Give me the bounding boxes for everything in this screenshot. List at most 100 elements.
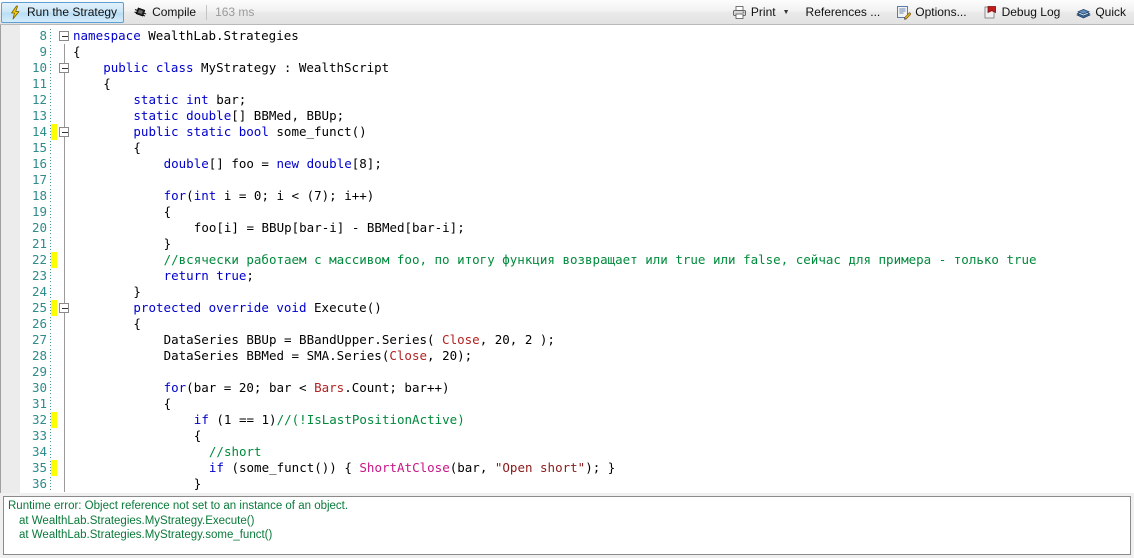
code-line[interactable]: 33 { [1, 428, 1133, 444]
error-line: at WealthLab.Strategies.MyStrategy.some_… [19, 529, 273, 541]
gutter-divider [50, 61, 51, 75]
code-line[interactable]: 15 { [1, 140, 1133, 156]
run-strategy-button[interactable]: Run the Strategy [1, 1, 125, 23]
chevron-down-icon[interactable]: ▼ [783, 9, 790, 16]
code-token: { [163, 396, 172, 411]
fold-guide-line [64, 172, 65, 188]
options-button[interactable]: Options... [889, 2, 973, 23]
fold-column [57, 188, 73, 204]
code-token: [] foo = [208, 156, 277, 171]
fold-column [57, 412, 73, 428]
fold-guide-line [64, 412, 65, 428]
quick-ref-button[interactable]: Quick [1069, 2, 1133, 23]
code-token: .Count; bar++) [344, 380, 450, 395]
code-text: for(int i = 0; i < (7); i++) [73, 188, 375, 204]
code-text: public class MyStrategy : WealthScript [73, 60, 389, 76]
line-number: 20 [31, 220, 47, 235]
code-line[interactable]: 13 static double[] BBMed, BBUp; [1, 108, 1133, 124]
code-line[interactable]: 35 if (some_funct()) { ShortAtClose(bar, … [1, 460, 1133, 476]
gutter-divider [50, 157, 51, 171]
code-line[interactable]: 28 DataSeries BBMed = SMA.Series(Close, 2… [1, 348, 1133, 364]
gutter-divider [50, 285, 51, 299]
compile-button[interactable]: Compile [126, 2, 203, 23]
code-line[interactable]: 16 double[] foo = new double[8]; [1, 156, 1133, 172]
fold-toggle-icon[interactable] [59, 31, 69, 41]
fold-column [57, 396, 73, 412]
code-line[interactable]: 14 public static bool some_funct() [1, 124, 1133, 140]
gutter-divider [50, 477, 51, 491]
fold-column [57, 28, 73, 44]
code-line[interactable]: 21} [1, 236, 1133, 252]
debug-log-button[interactable]: Debug Log [976, 2, 1068, 23]
compile-label: Compile [152, 5, 197, 19]
code-token: Bars [314, 380, 345, 395]
code-text: for(bar = 20; bar < Bars.Count; bar++) [73, 380, 450, 396]
code-line[interactable]: 25 protected override void Execute() [1, 300, 1133, 316]
gutter-divider [50, 445, 51, 459]
fold-toggle-icon[interactable] [59, 63, 69, 73]
code-line[interactable]: 30 for(bar = 20; bar < Bars.Count; bar++) [1, 380, 1133, 396]
references-label: References ... [805, 5, 881, 19]
code-line[interactable]: 20 foo[i] = BBUp[bar-i] - BBMed[bar-i]; [1, 220, 1133, 236]
line-number: 10 [31, 60, 47, 75]
code-line[interactable]: 27 DataSeries BBUp = BBandUpper.Series( C… [1, 332, 1133, 348]
code-token: i = 0; i < (7); i++) [223, 188, 375, 203]
line-number: 22 [31, 252, 47, 267]
line-number: 26 [31, 316, 47, 331]
lightning-bolt-icon [8, 5, 23, 20]
toolbar-left-group: Run the Strategy Compile 163 ms [0, 0, 260, 24]
bookmark-flag-icon [983, 5, 998, 20]
fold-toggle-icon[interactable] [59, 127, 69, 137]
line-number: 15 [31, 140, 47, 155]
code-line[interactable]: 12 static int bar; [1, 92, 1133, 108]
fold-guide-line [64, 364, 65, 380]
fold-column [57, 428, 73, 444]
fold-guide-line [64, 284, 65, 300]
fold-toggle-icon[interactable] [59, 303, 69, 313]
code-text: DataSeries BBUp = BBandUpper.Series( Clo… [73, 332, 555, 348]
code-line[interactable]: 22 //всячески работаем с массивом foo, по… [1, 252, 1133, 268]
line-number: 35 [31, 460, 47, 475]
code-line[interactable]: 23 return true; [1, 268, 1133, 284]
code-line[interactable]: 31 { [1, 396, 1133, 412]
code-line[interactable]: 26 { [1, 316, 1133, 332]
code-line[interactable]: 11 { [1, 76, 1133, 92]
code-token: , 20, 2 ); [479, 332, 555, 347]
code-line[interactable]: 18 for(int i = 0; i < (7); i++) [1, 188, 1133, 204]
code-token: "Open short" [494, 460, 586, 475]
fold-guide-line [64, 396, 65, 412]
line-number: 13 [31, 108, 47, 123]
line-number: 36 [31, 476, 47, 491]
fold-guide-line [64, 220, 65, 236]
code-line[interactable]: 10 public class MyStrategy : WealthScript [1, 60, 1133, 76]
printer-icon [732, 5, 747, 20]
code-line[interactable]: 17 [1, 172, 1133, 188]
print-button[interactable]: Print ▼ [725, 2, 797, 23]
code-line[interactable]: 32 if (1 == 1)//(!IsLastPositionActive) [1, 412, 1133, 428]
code-line[interactable]: 8 namespace WealthLab.Strategies [1, 28, 1133, 44]
code-line[interactable]: 36} [1, 476, 1133, 492]
code-line[interactable]: 34 //short [1, 444, 1133, 460]
error-line: Runtime error: Object reference not set … [8, 500, 349, 512]
code-line[interactable]: 19 { [1, 204, 1133, 220]
code-line[interactable]: 9{ [1, 44, 1133, 60]
error-message-box[interactable]: Runtime error: Object reference not set … [3, 496, 1131, 555]
code-token: Close [389, 348, 428, 363]
code-text: static double[] BBMed, BBUp; [73, 108, 344, 124]
code-text: DataSeries BBMed = SMA.Series(Close, 20)… [73, 348, 473, 364]
gutter-divider [50, 109, 51, 123]
gutter-divider [50, 189, 51, 203]
references-button[interactable]: References ... [799, 2, 888, 23]
code-token: public class [103, 60, 202, 75]
code-editor[interactable]: 8 namespace WealthLab.Strategies 9{10 publi… [0, 25, 1134, 493]
fold-column [57, 204, 73, 220]
code-token: [8]; [351, 156, 382, 171]
debug-log-label: Debug Log [1001, 5, 1061, 19]
code-token: public static bool [133, 124, 277, 139]
code-text: } [73, 476, 202, 492]
code-token: WealthLab.Strategies [148, 28, 299, 43]
fold-column [57, 124, 73, 140]
code-line[interactable]: 29 [1, 364, 1133, 380]
code-text: if (some_funct()) { ShortAtClose(bar, "O… [73, 460, 615, 476]
code-line[interactable]: 24} [1, 284, 1133, 300]
